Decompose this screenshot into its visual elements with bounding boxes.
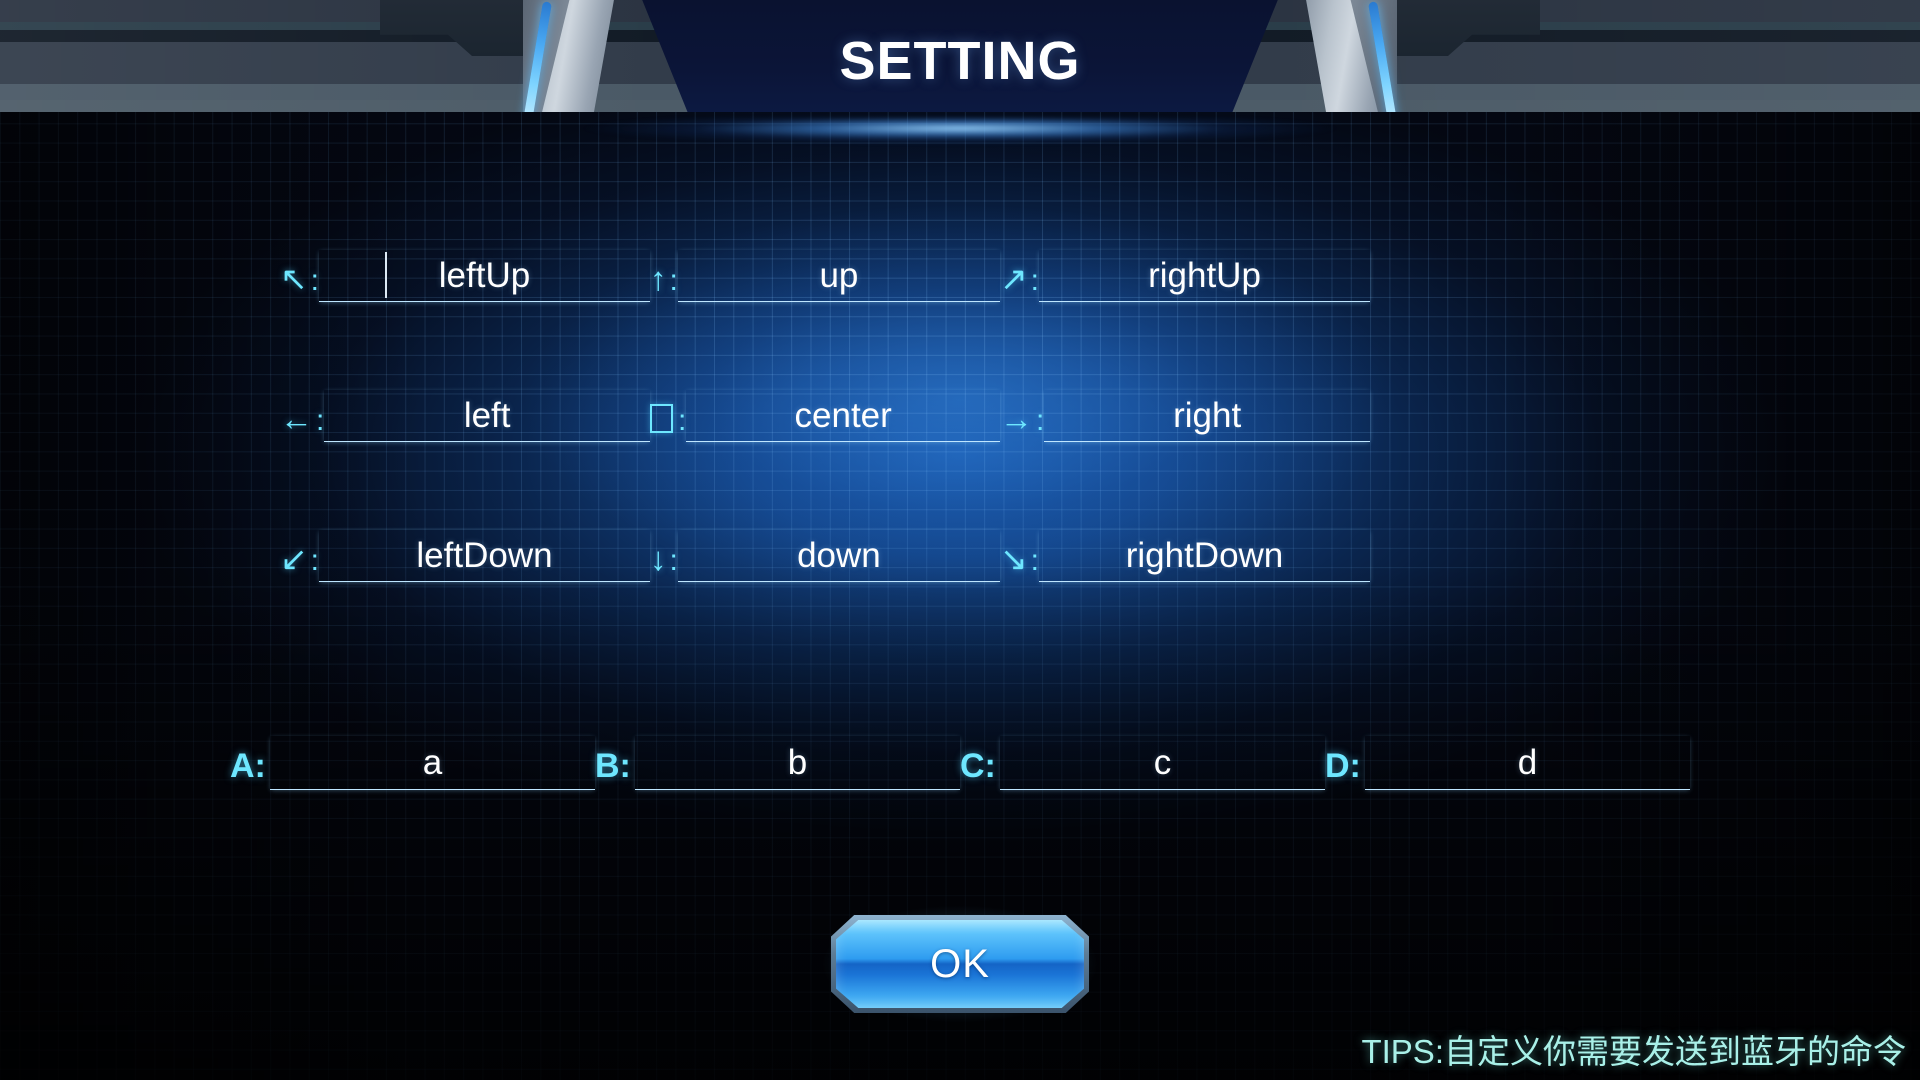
- field-right-colon: :: [1036, 404, 1045, 437]
- right-value: right: [1173, 396, 1242, 435]
- field-rightdown-colon: :: [1030, 544, 1039, 577]
- leftup-value: leftUp: [438, 256, 531, 295]
- field-right-label: → :: [1000, 402, 1044, 442]
- field-a-label: A:: [230, 747, 266, 785]
- button-field-row: A: a B: b C: c D: d: [230, 718, 1690, 790]
- arrow-up-left-icon: ↖: [280, 260, 308, 297]
- c-input[interactable]: c: [999, 736, 1325, 790]
- a-input[interactable]: a: [269, 736, 595, 790]
- left-value: left: [463, 396, 511, 435]
- direction-field-grid: ↖ : leftUp ↑ : up ↗: rightUp ←: left:…: [280, 232, 1620, 582]
- rightup-value: rightUp: [1148, 256, 1261, 295]
- b-input[interactable]: b: [634, 736, 960, 790]
- tips-text: TIPS:自定义你需要发送到蓝牙的命令: [1361, 1032, 1906, 1070]
- rightdown-input[interactable]: rightDown: [1039, 530, 1370, 582]
- text-caret: [385, 252, 387, 298]
- field-c[interactable]: C: c: [960, 718, 1325, 790]
- field-down-label: ↓ :: [650, 542, 678, 582]
- field-center-label: :: [650, 401, 686, 442]
- field-left-colon: :: [316, 404, 325, 437]
- d-value: d: [1517, 743, 1538, 782]
- leftup-input[interactable]: leftUp: [319, 250, 650, 302]
- leftdown-input[interactable]: leftDown: [319, 530, 650, 582]
- field-center-colon: :: [678, 404, 687, 437]
- setting-screen: SETTING ↖ : leftUp ↑ : up ↗: rightUp ← …: [0, 0, 1920, 1080]
- up-value: up: [819, 256, 859, 295]
- header-pillar-left: [523, 0, 615, 112]
- arrow-up-icon: ↑: [650, 260, 667, 297]
- leftdown-value: leftDown: [416, 536, 553, 575]
- field-leftdown-colon: :: [310, 544, 319, 577]
- field-down-colon: :: [669, 544, 678, 577]
- arrow-right-icon: →: [1000, 400, 1033, 437]
- field-rightdown[interactable]: ↘ : rightDown: [1000, 512, 1370, 582]
- field-rightdown-label: ↘ :: [1000, 542, 1039, 582]
- field-d[interactable]: D: d: [1325, 718, 1690, 790]
- a-value: a: [422, 743, 443, 782]
- c-value: c: [1153, 743, 1172, 782]
- field-center[interactable]: : center: [650, 372, 1000, 442]
- page-title: SETTING: [839, 31, 1081, 91]
- square-box-icon: [650, 404, 673, 433]
- header-bar: SETTING: [0, 0, 1920, 112]
- field-right[interactable]: → : right: [1000, 372, 1370, 442]
- arrow-down-left-icon: ↙: [280, 540, 308, 577]
- direction-row-bottom: ↙ : leftDown ↓ : down ↘ : rightDown: [280, 512, 1620, 582]
- center-input[interactable]: center: [686, 390, 1000, 442]
- arrow-up-right-icon: ↗: [1000, 260, 1028, 297]
- b-value: b: [787, 743, 808, 782]
- field-b-label: B:: [595, 747, 631, 785]
- header-underglow: [580, 118, 1340, 144]
- field-rightup-label: ↗ :: [1000, 262, 1039, 302]
- field-a[interactable]: A: a: [230, 718, 595, 790]
- down-input[interactable]: down: [677, 530, 1000, 582]
- arrow-down-icon: ↓: [650, 540, 667, 577]
- field-up-colon: :: [669, 264, 678, 297]
- rightdown-value: rightDown: [1125, 536, 1284, 575]
- arrow-left-icon: ←: [280, 400, 313, 437]
- direction-row-top: ↖ : leftUp ↑ : up ↗: rightUp: [280, 232, 1620, 302]
- rightup-input[interactable]: rightUp: [1039, 250, 1370, 302]
- field-leftup-label: ↖ :: [280, 262, 319, 302]
- field-rightup-colon: :: [1030, 264, 1039, 297]
- field-leftdown[interactable]: ↙ : leftDown: [280, 512, 650, 582]
- field-d-label: D:: [1325, 747, 1361, 785]
- field-left[interactable]: ← : left: [280, 372, 650, 442]
- field-up-label: ↑ :: [650, 262, 678, 302]
- field-b[interactable]: B: b: [595, 718, 960, 790]
- ok-button[interactable]: OK: [821, 905, 1099, 1023]
- field-up[interactable]: ↑ : up: [650, 232, 1000, 302]
- direction-row-middle: ← : left : center → : right: [280, 372, 1620, 442]
- left-input[interactable]: left: [324, 390, 650, 442]
- d-input[interactable]: d: [1364, 736, 1690, 790]
- field-down[interactable]: ↓ : down: [650, 512, 1000, 582]
- center-value: center: [794, 396, 892, 435]
- field-leftup[interactable]: ↖ : leftUp: [280, 232, 650, 302]
- arrow-down-right-icon: ↘: [1000, 540, 1028, 577]
- up-input[interactable]: up: [677, 250, 1000, 302]
- ok-button-label: OK: [930, 942, 990, 986]
- field-left-label: ← :: [280, 402, 324, 442]
- down-value: down: [797, 536, 881, 575]
- field-leftup-colon: :: [310, 264, 319, 297]
- field-rightup[interactable]: ↗ : rightUp: [1000, 232, 1370, 302]
- header-pillar-right: [1305, 0, 1397, 112]
- right-input[interactable]: right: [1044, 390, 1370, 442]
- field-c-label: C:: [960, 747, 996, 785]
- field-leftdown-label: ↙ :: [280, 542, 319, 582]
